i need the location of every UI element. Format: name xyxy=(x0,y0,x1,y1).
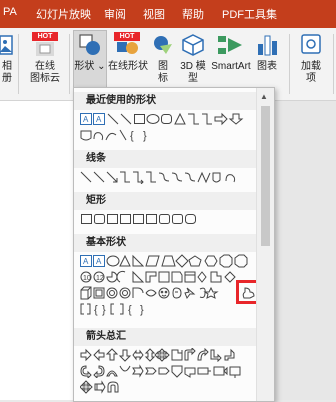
icons-label-line2: 标 xyxy=(158,73,168,84)
shape-row-lines[interactable] xyxy=(80,170,256,184)
gallery-scrollbar[interactable]: ▲ xyxy=(256,88,274,401)
shape-row-basic-1[interactable]: A A xyxy=(80,254,256,268)
basic-shapes-row-4[interactable]: { } { } xyxy=(80,302,256,316)
svg-text:}: } xyxy=(140,304,144,316)
smartart-label[interactable]: SmartArt xyxy=(209,61,253,73)
line-shapes-row[interactable] xyxy=(80,170,256,184)
icons-icon[interactable] xyxy=(152,34,174,61)
section-title: 箭头总汇 xyxy=(86,331,126,342)
basic-shapes-row-2[interactable]: 10 12 xyxy=(80,270,256,284)
photo-album-icon[interactable] xyxy=(0,34,14,61)
album-label-text: 相册 xyxy=(2,61,12,84)
tab-view[interactable]: 视图 xyxy=(143,6,165,22)
svg-text:12: 12 xyxy=(96,275,104,282)
online-icons-label-line1: 在线 xyxy=(35,61,55,72)
recent-shapes-row-2[interactable]: { } xyxy=(80,128,256,142)
icons-label-line1: 图 xyxy=(158,61,168,72)
shapes-icon xyxy=(79,34,101,61)
section-header-arrows: 箭头总汇 xyxy=(74,328,268,346)
shapes-label-text: 形状 xyxy=(74,61,95,72)
hot-badge: HOT xyxy=(35,32,55,41)
addins-icon[interactable] xyxy=(301,34,321,59)
arrow-shapes-row-2[interactable] xyxy=(80,364,256,378)
tab-label: 幻灯片放映 xyxy=(36,9,91,21)
tab-review[interactable]: 审阅 xyxy=(104,6,126,22)
addins-label-line2: 项 xyxy=(306,73,316,84)
svg-text:A: A xyxy=(83,257,89,266)
tab-label: 视图 xyxy=(143,9,165,21)
3d-model-label[interactable]: 3D 模 型 xyxy=(177,61,209,85)
tab-label: PDF工具集 xyxy=(222,9,277,21)
section-header-lines: 线条 xyxy=(74,150,268,168)
slide-canvas[interactable] xyxy=(0,101,74,400)
rectangle-shapes-row[interactable] xyxy=(80,212,256,226)
ribbon-separator xyxy=(18,34,19,94)
tab-label: PA xyxy=(3,6,17,18)
shape-row-recent-2[interactable]: { } xyxy=(80,128,256,142)
section-title: 最近使用的形状 xyxy=(86,95,156,106)
album-label[interactable]: 相册 xyxy=(0,61,14,85)
svg-text:{: { xyxy=(94,304,98,316)
chart-icon[interactable] xyxy=(257,34,279,61)
addins-label[interactable]: 加载 项 xyxy=(296,61,326,85)
tab-label: 帮助 xyxy=(182,9,204,21)
online-shapes-label-text: 在线形状 xyxy=(108,61,148,72)
scrollbar-thumb[interactable] xyxy=(261,106,270,246)
section-header-rectangles: 矩形 xyxy=(74,192,268,210)
ribbon-separator xyxy=(333,34,334,94)
shape-row-basic-4[interactable]: { } { } xyxy=(80,302,256,316)
tab-slideshow[interactable]: 幻灯片放映 xyxy=(36,6,91,22)
tab-label: 审阅 xyxy=(104,9,126,21)
ribbon-separator xyxy=(69,34,70,94)
chart-label[interactable]: 图表 xyxy=(253,61,281,73)
addins-label-line1: 加载 xyxy=(301,61,321,72)
svg-text:10: 10 xyxy=(83,275,91,282)
svg-text:A: A xyxy=(96,257,102,266)
section-title: 基本形状 xyxy=(86,237,126,248)
svg-text:}: } xyxy=(143,130,147,142)
online-icons-label-line2: 图标云 xyxy=(30,73,60,84)
section-header-basic: 基本形状 xyxy=(74,234,268,252)
shape-row-arrows-1[interactable] xyxy=(80,348,256,362)
chart-label-text: 图表 xyxy=(257,61,277,72)
svg-text:}: } xyxy=(102,304,106,316)
section-header-recent: 最近使用的形状 xyxy=(74,92,268,110)
3d-model-label-line2: 型 xyxy=(188,73,198,84)
online-icons-label[interactable]: 在线 图标云 xyxy=(28,61,62,85)
3d-model-icon[interactable] xyxy=(182,34,204,61)
arrow-shapes-row-3[interactable] xyxy=(80,380,256,394)
ribbon-separator xyxy=(289,34,290,94)
3d-model-label-line1: 3D 模 xyxy=(180,61,206,72)
svg-text:A: A xyxy=(83,115,89,124)
hot-badge-text: HOT xyxy=(37,33,53,40)
ribbon-tab-bar: PA 幻灯片放映 审阅 视图 帮助 PDF工具集 xyxy=(0,0,336,28)
basic-shapes-row-1[interactable]: A A xyxy=(80,254,256,268)
icons-label[interactable]: 图 标 xyxy=(150,61,176,85)
svg-text:{: { xyxy=(128,304,132,316)
scroll-up-icon[interactable]: ▲ xyxy=(260,92,268,101)
shapes-gallery-dropdown: 最近使用的形状 A A {} 线条 矩形 基本形状 A A 10 12 {}… xyxy=(73,87,275,402)
shape-row-arrows-2[interactable] xyxy=(80,364,256,378)
tab-pdf-tools[interactable]: PDF工具集 xyxy=(222,6,277,22)
basic-shapes-row-3[interactable] xyxy=(80,286,256,300)
tab-home-partial[interactable]: PA xyxy=(3,6,17,18)
svg-text:A: A xyxy=(96,115,102,124)
arrow-shapes-row-1[interactable] xyxy=(80,348,256,362)
recent-shapes-row-1[interactable]: A A xyxy=(80,112,256,126)
smartart-label-text: SmartArt xyxy=(211,61,251,72)
shape-row-rectangles[interactable] xyxy=(80,212,256,226)
shape-row-basic-3[interactable] xyxy=(80,286,256,300)
hot-badge-text: HOT xyxy=(119,33,135,40)
shape-row-basic-2[interactable]: 10 12 xyxy=(80,270,256,284)
tab-help[interactable]: 帮助 xyxy=(182,6,204,22)
section-title: 矩形 xyxy=(86,195,106,206)
shapes-label: 形状 ⌄ xyxy=(74,61,106,72)
svg-text:{: { xyxy=(130,130,134,142)
shape-row-recent-1[interactable]: A A xyxy=(80,112,256,126)
smartart-icon[interactable] xyxy=(218,34,244,61)
section-title: 线条 xyxy=(86,153,106,164)
online-shapes-label[interactable]: 在线形状 xyxy=(107,61,149,73)
hot-badge: HOT xyxy=(117,32,137,41)
shape-row-arrows-3[interactable] xyxy=(80,380,256,394)
